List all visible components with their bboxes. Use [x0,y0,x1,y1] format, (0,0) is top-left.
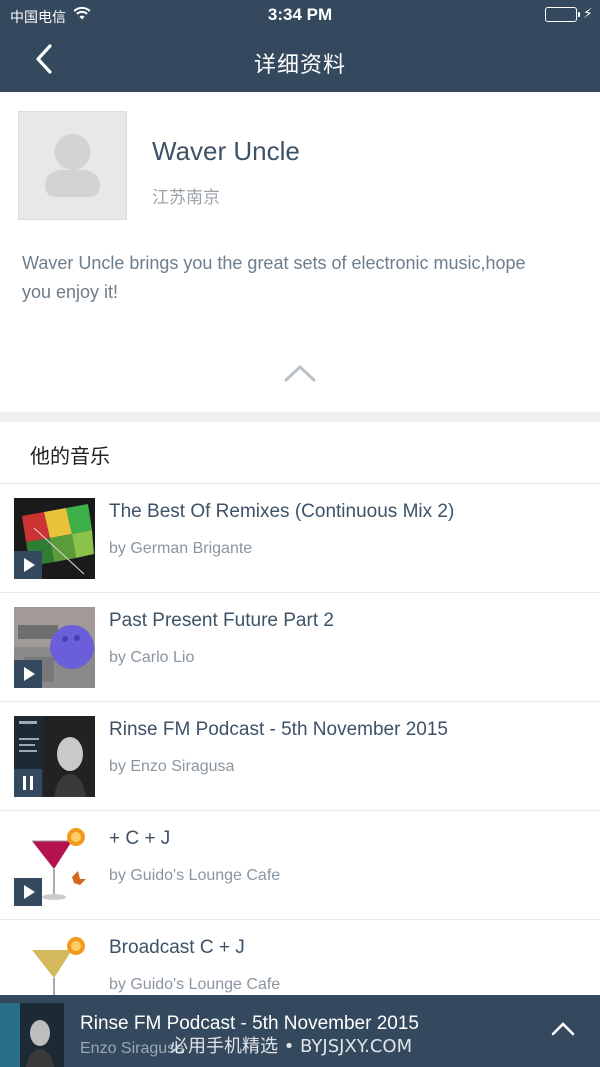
top-bar: 中国电信 3:34 PM ⚡ 详细资料 [0,0,600,92]
album-cover [14,825,95,906]
track-title: The Best Of Remixes (Continuous Mix 2) [109,501,455,522]
chevron-up-icon [284,364,316,382]
play-button[interactable] [14,878,42,906]
play-icon [24,558,35,572]
track-artist: by German Brigante [109,540,253,557]
status-time: 3:34 PM [267,5,333,24]
track-artist: by Enzo Siragusa [109,758,235,775]
watermark-text: 必用手机精选 • BYJSJXY.COM [170,1036,413,1057]
avatar [18,111,127,220]
profile-name: Waver Uncle [152,136,300,166]
play-icon [24,667,35,681]
play-icon [24,885,35,899]
pause-button[interactable] [14,769,42,797]
charging-icon: ⚡ [583,5,593,21]
collapse-button[interactable] [280,360,320,388]
play-button[interactable] [14,660,42,688]
track-title: Broadcast C + J [109,937,245,958]
track-title: Rinse FM Podcast - 5th November 2015 [109,719,448,740]
now-playing-cover [0,1003,64,1067]
now-playing-artist: Enzo Siragusa [80,1040,185,1057]
track-artist: by Carlo Lio [109,649,195,666]
track-title: + C + J [109,828,171,849]
profile-location: 江苏南京 [152,188,220,208]
track-artist: by Guido's Lounge Cafe [109,867,281,884]
play-button[interactable] [14,551,42,579]
user-placeholder-icon [45,134,100,197]
album-cover [14,498,95,579]
track-artist: by Guido's Lounge Cafe [109,976,281,993]
battery-icon [545,7,580,22]
album-cover [14,716,95,797]
album-cover [14,607,95,688]
track-title: Past Present Future Part 2 [109,610,334,631]
expand-player-button[interactable] [548,1017,578,1039]
page-title: 详细资料 [253,53,346,78]
section-title: 他的音乐 [30,444,110,468]
track-row[interactable]: The Best Of Remixes (Continuous Mix 2) b… [0,483,600,592]
profile-bio: Waver Uncle brings you the great sets of… [22,253,526,302]
status-bar: 中国电信 3:34 PM ⚡ [0,0,600,32]
track-row[interactable]: Rinse FM Podcast - 5th November 2015 by … [0,701,600,810]
pause-icon [23,776,33,790]
music-section: 他的音乐 The Best Of Remixes (Continuous Mix… [0,422,600,1067]
profile-card: Waver Uncle 江苏南京 Waver Uncle brings you … [0,92,600,412]
chevron-up-icon [551,1022,575,1036]
track-row[interactable]: + C + J by Guido's Lounge Cafe [0,810,600,919]
track-row[interactable]: Past Present Future Part 2 by Carlo Lio [0,592,600,701]
